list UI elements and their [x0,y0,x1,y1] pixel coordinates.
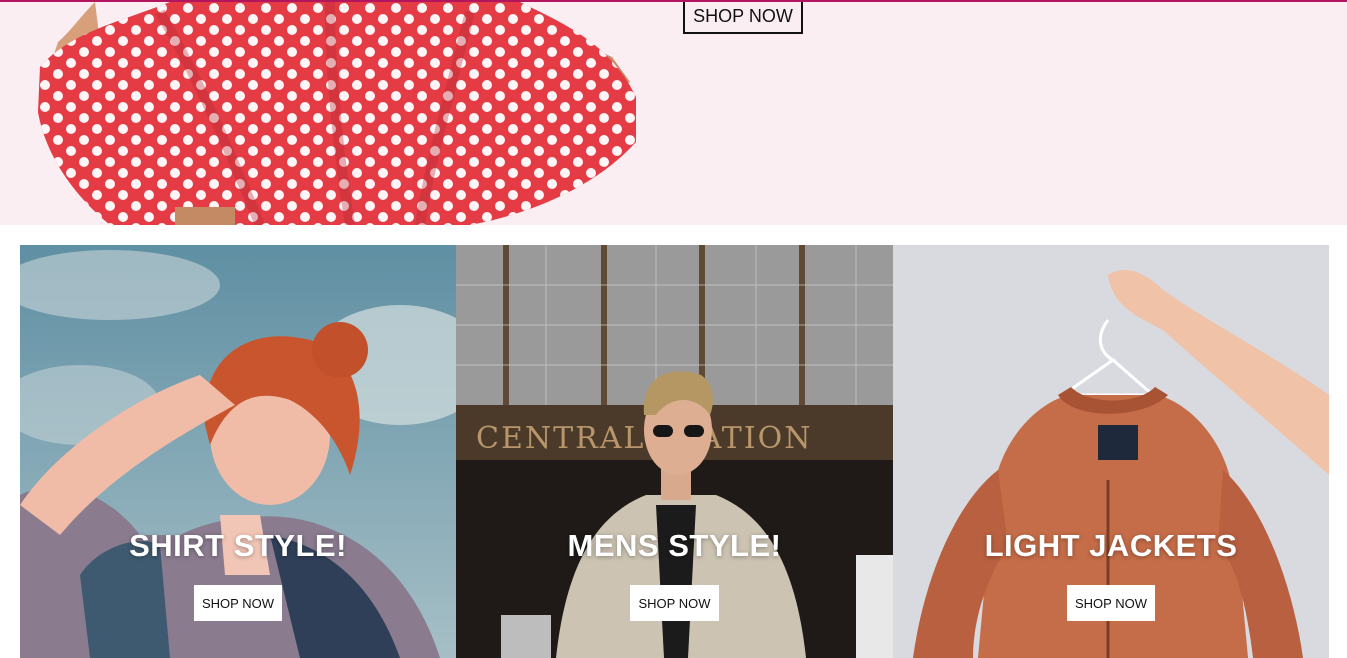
hero-shop-now-button[interactable]: SHOP NOW [683,2,803,34]
shirt-style-shop-now-button[interactable]: SHOP NOW [194,585,282,621]
tile-mens-style[interactable]: CENTRAL STATION MENS STYLE! SHOP NOW [456,245,893,658]
tile-light-jackets[interactable]: LIGHT JACKETS SHOP NOW [893,245,1329,658]
category-tiles: SHIRT STYLE! SHOP NOW CENTRAL STATION ME… [20,245,1329,658]
mens-style-shop-now-button[interactable]: SHOP NOW [630,585,719,621]
tile-title-shirt-style: SHIRT STYLE! [129,528,347,563]
hero-banner: SHOP NOW [0,2,1347,225]
tile-title-light-jackets: LIGHT JACKETS [984,528,1238,563]
tile-shirt-style[interactable]: SHIRT STYLE! SHOP NOW [20,245,456,658]
tile-title-mens-style: MENS STYLE! [567,528,782,563]
light-jackets-shop-now-button[interactable]: SHOP NOW [1067,585,1155,621]
hero-image-polka-dot-dress [38,2,636,225]
